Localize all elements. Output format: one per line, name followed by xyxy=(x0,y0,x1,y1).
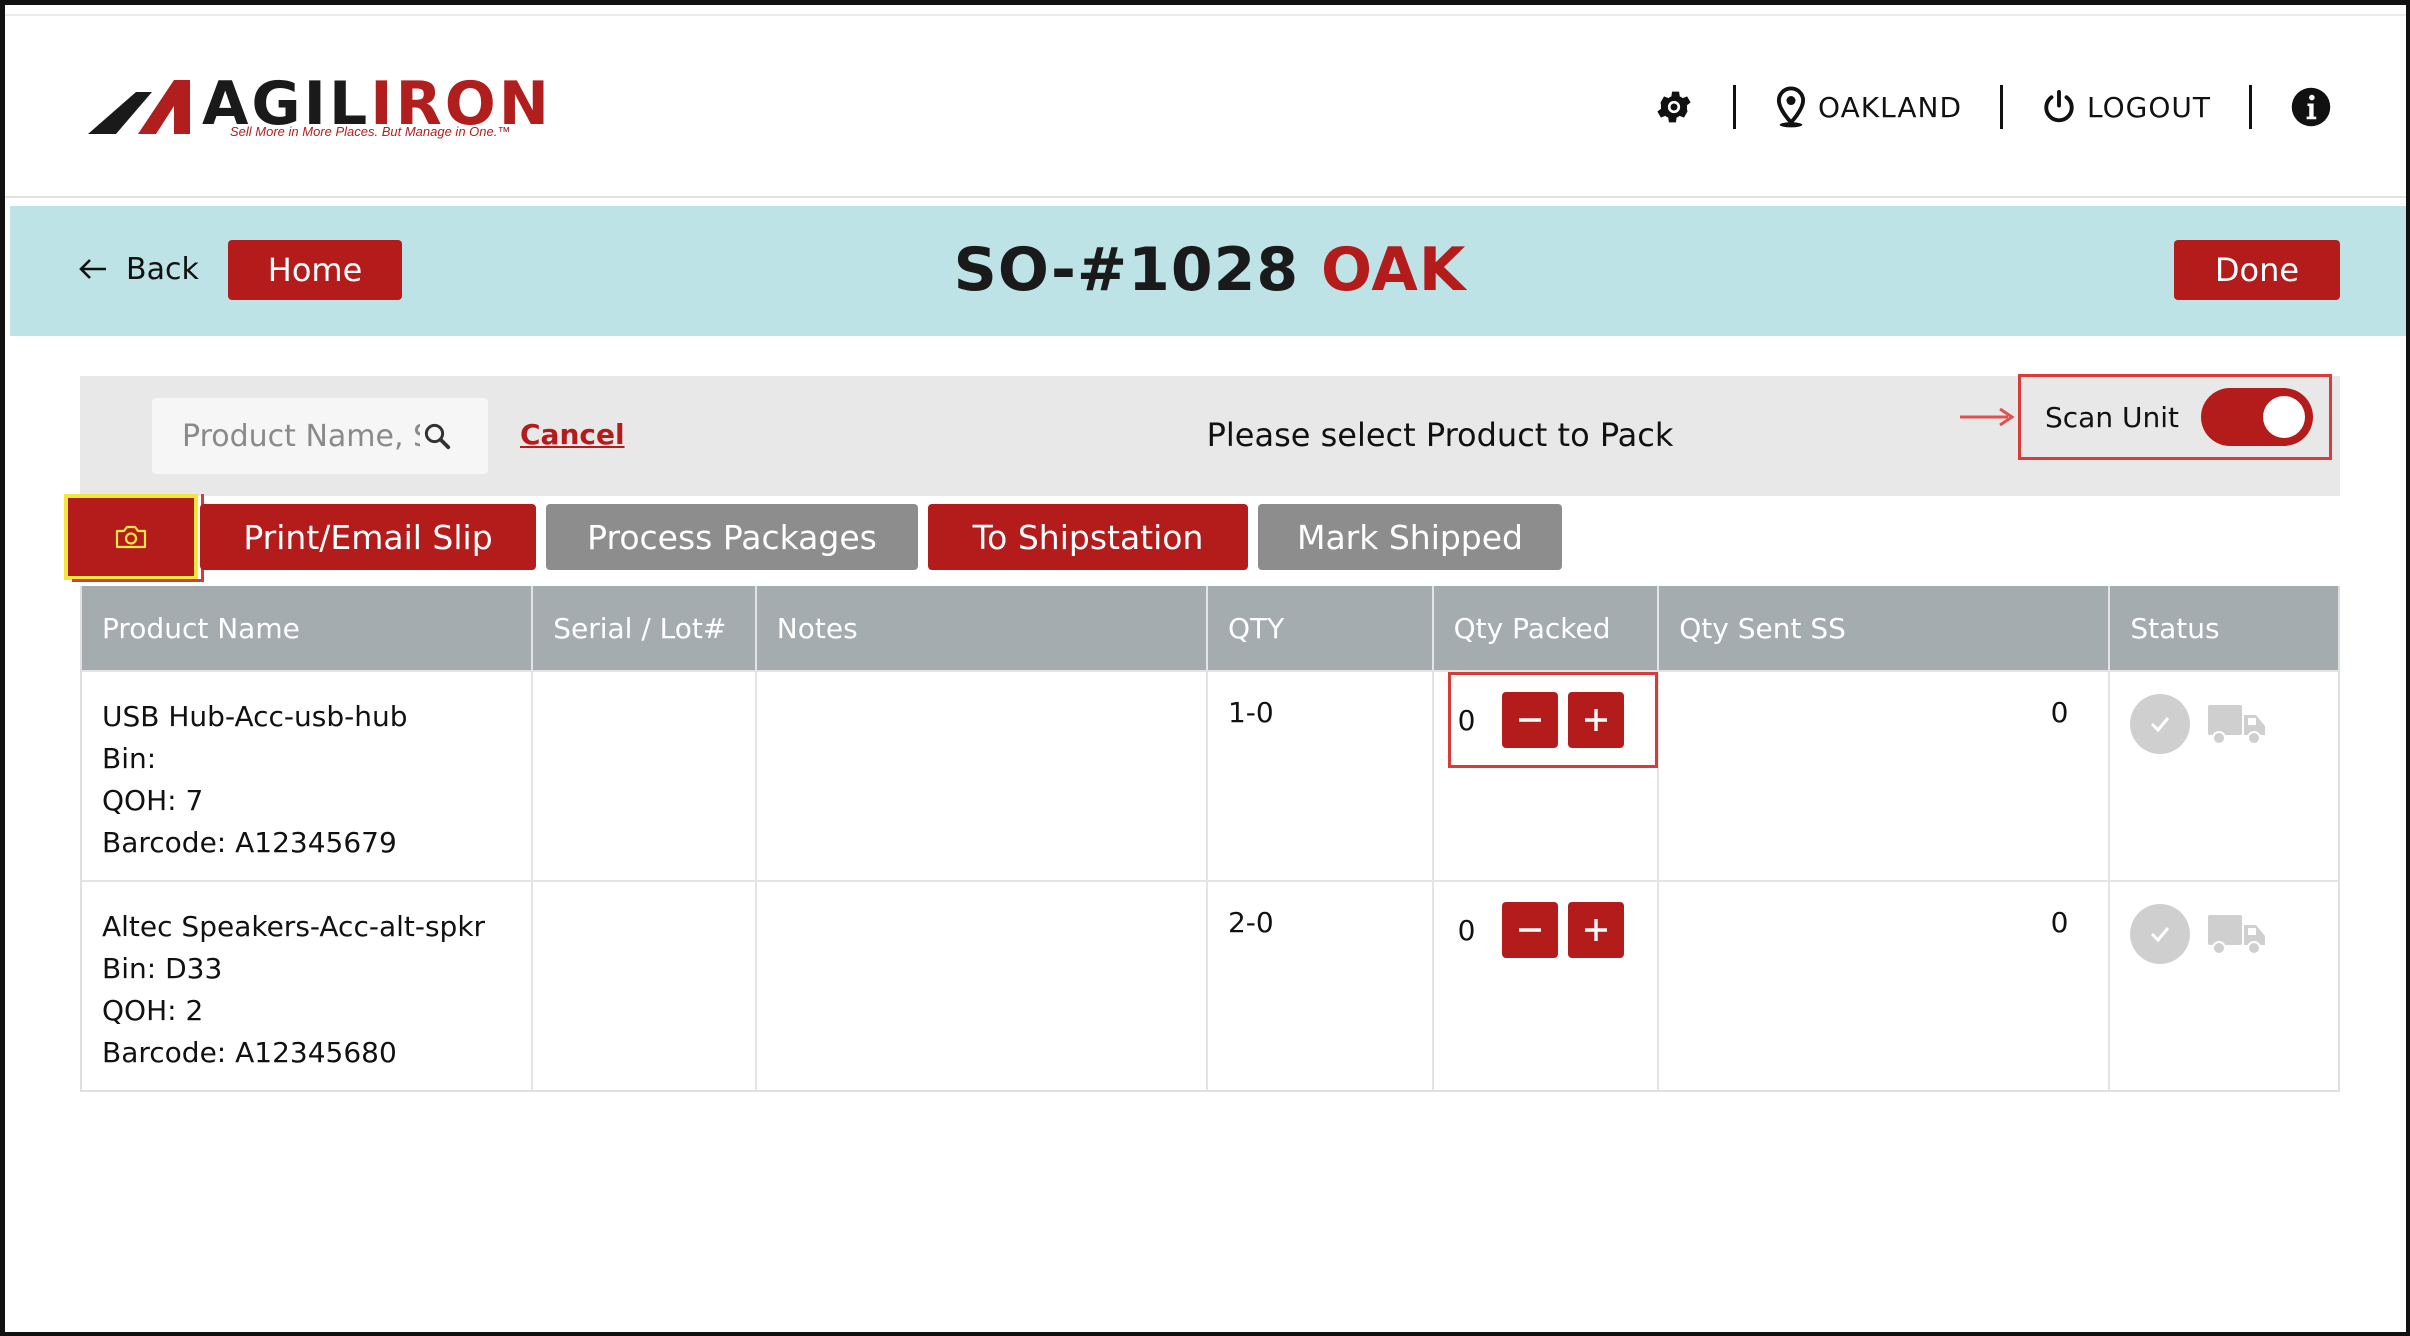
order-number: SO-#1028 xyxy=(953,235,1300,305)
status-cell xyxy=(2110,882,2338,1090)
qty-cell: 2-0 xyxy=(1208,882,1434,1090)
top-navigation: OAKLAND LOGOUT xyxy=(1653,82,2332,132)
qty-cell: 1-0 xyxy=(1208,672,1434,880)
qty-packed-cell: 0 xyxy=(1434,882,1660,1090)
qty-sent-cell: 0 xyxy=(1659,882,2111,1090)
column-header-serial-lot[interactable]: Serial / Lot# xyxy=(533,586,757,670)
status-icons xyxy=(2130,904,2268,964)
column-header-product-name[interactable]: Product Name xyxy=(82,586,534,670)
logout-button[interactable]: LOGOUT xyxy=(2041,89,2211,125)
qty-sent-cell: 0 xyxy=(1659,672,2111,880)
product-qoh: QOH: 2 xyxy=(102,994,204,1027)
map-pin-icon xyxy=(1776,86,1806,128)
info-button[interactable] xyxy=(2290,86,2332,128)
pack-instruction: Please select Product to Pack xyxy=(1206,416,1674,454)
order-location: OAK xyxy=(1321,235,1467,305)
minus-icon xyxy=(1518,718,1541,722)
search-input[interactable] xyxy=(182,418,420,454)
qty-stepper: 0 xyxy=(1454,902,1634,958)
qty-packed-value: 0 xyxy=(1457,703,1476,737)
home-button[interactable]: Home xyxy=(228,240,402,300)
gear-icon xyxy=(1657,91,1691,123)
page-title: SO-#1028 OAK xyxy=(800,230,1620,310)
plus-icon xyxy=(1584,709,1607,731)
cancel-link[interactable]: Cancel xyxy=(520,418,625,451)
increment-button[interactable] xyxy=(1567,692,1624,748)
column-header-qty-packed[interactable]: Qty Packed xyxy=(1434,586,1660,670)
location-selector[interactable]: OAKLAND xyxy=(1774,86,1962,128)
decrement-button[interactable] xyxy=(1501,692,1558,748)
serial-cell[interactable] xyxy=(533,882,757,1090)
qty-sent-value: 0 xyxy=(2050,696,2069,729)
power-icon xyxy=(2044,90,2074,123)
table-header: Product Name Serial / Lot# Notes QTY Qty… xyxy=(82,586,2338,670)
to-shipstation-button[interactable]: To Shipstation xyxy=(928,504,1248,570)
product-bin: Bin: D33 xyxy=(102,952,223,985)
done-button[interactable]: Done xyxy=(2174,240,2340,300)
back-label: Back xyxy=(126,251,199,287)
increment-button[interactable] xyxy=(1567,902,1624,958)
product-barcode: Barcode: A12345679 xyxy=(102,826,397,859)
toggle-knob xyxy=(2262,396,2305,438)
status-cell xyxy=(2110,672,2338,880)
column-header-notes[interactable]: Notes xyxy=(757,586,1208,670)
search-icon[interactable] xyxy=(422,421,452,451)
settings-button[interactable] xyxy=(1653,86,1695,128)
plus-icon xyxy=(1584,919,1607,941)
qty-packed-value: 0 xyxy=(1457,913,1476,947)
logo-tagline: Sell More in More Places. But Manage in … xyxy=(230,124,511,139)
notes-cell[interactable] xyxy=(757,882,1208,1090)
camera-icon xyxy=(115,525,147,549)
logout-label: LOGOUT xyxy=(2087,90,2211,124)
info-icon xyxy=(2291,87,2331,127)
mark-shipped-button[interactable]: Mark Shipped xyxy=(1258,504,1562,570)
arrow-left-icon xyxy=(79,259,106,279)
truck-icon[interactable] xyxy=(2206,911,2268,957)
product-cell: Altec Speakers-Acc-alt-spkr Bin: D33 QOH… xyxy=(82,882,534,1090)
minus-icon xyxy=(1518,928,1541,932)
product-name: USB Hub-Acc-usb-hub xyxy=(102,700,408,733)
table-row[interactable]: USB Hub-Acc-usb-hub Bin: QOH: 7 Barcode:… xyxy=(82,670,2338,880)
truck-icon[interactable] xyxy=(2206,701,2268,747)
camera-button[interactable] xyxy=(72,502,190,572)
notes-cell[interactable] xyxy=(757,672,1208,880)
product-search[interactable] xyxy=(152,398,488,474)
nav-separator xyxy=(2000,85,2004,129)
product-barcode: Barcode: A12345680 xyxy=(102,1036,397,1069)
status-icons xyxy=(2130,694,2268,754)
nav-separator xyxy=(1733,85,1737,129)
scan-unit-label: Scan Unit xyxy=(2045,400,2179,434)
frame-divider xyxy=(5,14,2406,16)
qty-packed-cell: 0 xyxy=(1434,672,1660,880)
logo-mark-icon xyxy=(88,80,190,134)
product-cell: USB Hub-Acc-usb-hub Bin: QOH: 7 Barcode:… xyxy=(82,672,534,880)
packed-check-icon[interactable] xyxy=(2130,904,2191,964)
table-row[interactable]: Altec Speakers-Acc-alt-spkr Bin: D33 QOH… xyxy=(82,880,2338,1090)
product-bin: Bin: xyxy=(102,742,157,775)
column-header-qty[interactable]: QTY xyxy=(1208,586,1434,670)
qty-stepper: 0 xyxy=(1454,692,1634,748)
pack-items-table: Product Name Serial / Lot# Notes QTY Qty… xyxy=(80,586,2340,1092)
header-divider xyxy=(5,196,2406,198)
column-header-qty-sent-ss[interactable]: Qty Sent SS xyxy=(1659,586,2111,670)
packed-check-icon[interactable] xyxy=(2130,694,2191,754)
serial-cell[interactable] xyxy=(533,672,757,880)
process-packages-button[interactable]: Process Packages xyxy=(546,504,918,570)
product-name: Altec Speakers-Acc-alt-spkr xyxy=(102,910,486,943)
back-button[interactable]: Back xyxy=(78,244,199,294)
annotation-arrow-icon xyxy=(1960,407,2015,427)
column-header-status[interactable]: Status xyxy=(2110,586,2338,670)
location-label: OAKLAND xyxy=(1818,90,1963,124)
product-qoh: QOH: 7 xyxy=(102,784,204,817)
scan-unit-control: Scan Unit xyxy=(2018,374,2332,460)
print-email-slip-button[interactable]: Print/Email Slip xyxy=(200,504,536,570)
nav-separator xyxy=(2249,85,2252,129)
scan-unit-toggle[interactable] xyxy=(2200,388,2313,446)
agiliron-logo[interactable]: AGILIRON Sell More in More Places. But M… xyxy=(88,72,549,142)
decrement-button[interactable] xyxy=(1501,902,1558,958)
qty-sent-value: 0 xyxy=(2050,906,2069,939)
